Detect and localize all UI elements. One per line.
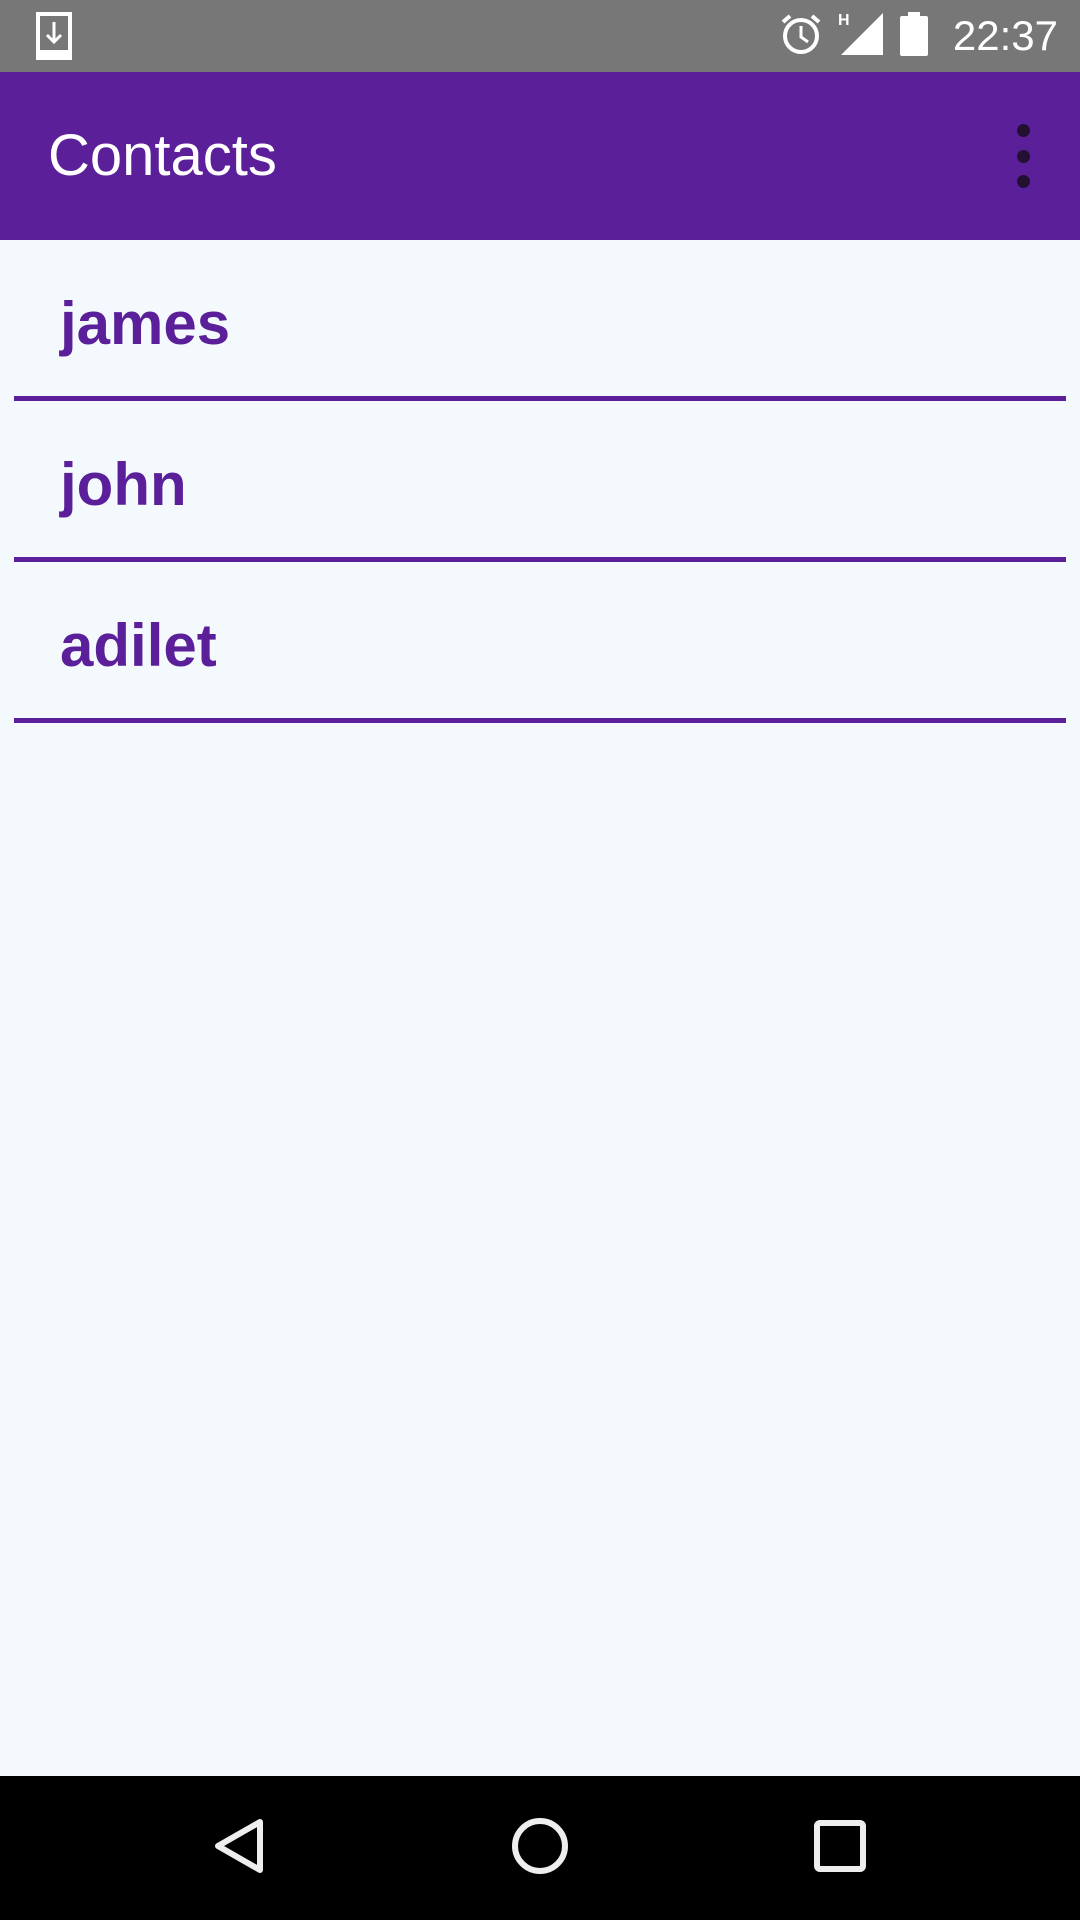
status-time: 22:37 [952, 12, 1058, 59]
status-icons: H 22:37 [779, 0, 1058, 72]
more-vert-icon[interactable] [996, 124, 1050, 188]
contact-name: john [60, 451, 187, 518]
list-item[interactable]: john [0, 401, 1080, 562]
contact-name: james [60, 290, 231, 357]
recents-button[interactable] [750, 1776, 930, 1920]
page-title: Contacts [48, 123, 277, 188]
battery-icon [899, 11, 929, 62]
app-toolbar: Contacts [0, 72, 1080, 240]
home-button[interactable] [450, 1776, 630, 1920]
alarm-icon [779, 12, 823, 61]
recents-icon [813, 1819, 867, 1878]
contacts-screen: H 22:37 Contacts james john adilet [0, 0, 1080, 1920]
list-item[interactable]: adilet [0, 562, 1080, 723]
status-bar: H 22:37 [0, 0, 1080, 72]
divider [14, 718, 1066, 723]
back-button[interactable] [150, 1776, 330, 1920]
back-icon [210, 1816, 270, 1881]
home-icon [510, 1816, 570, 1881]
signal-icon: H [837, 11, 885, 62]
contact-name: adilet [60, 612, 217, 679]
contact-list: james john adilet [0, 240, 1080, 723]
navigation-bar [0, 1776, 1080, 1920]
download-notification-icon [36, 12, 72, 60]
list-item[interactable]: james [0, 240, 1080, 401]
network-type-label: H [838, 12, 850, 29]
